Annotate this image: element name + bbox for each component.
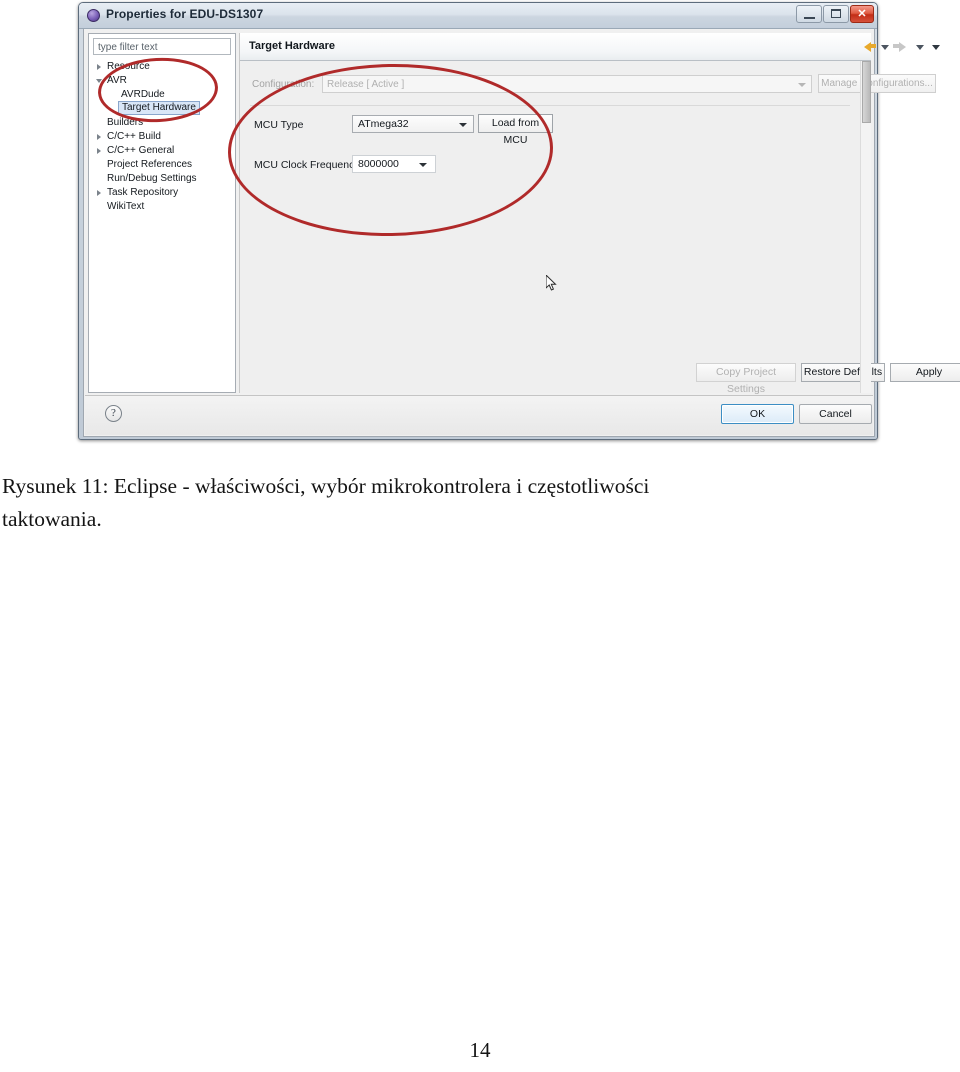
help-icon[interactable]: ? — [105, 405, 122, 422]
dialog-footer: ? OK Cancel — [85, 395, 873, 435]
tree-item-project-references[interactable]: Project References — [89, 158, 235, 172]
tree-item-label: AVRDude — [121, 89, 165, 100]
figure-caption: Rysunek 11: Eclipse - właściwości, wybór… — [2, 470, 958, 536]
tree-item-wikitext[interactable]: WikiText — [89, 200, 235, 214]
back-arrow-tail — [870, 44, 876, 48]
tree-item-resource[interactable]: Resource — [89, 60, 235, 74]
tree-item-label: C/C++ General — [107, 145, 175, 156]
mcu-clock-frequency-value: 8000000 — [358, 158, 399, 170]
tree-item-cpp-general[interactable]: C/C++ General — [89, 144, 235, 158]
settings-tree: Resource AVR AVRDude Target Hardware Bui… — [89, 60, 235, 214]
close-button[interactable]: ✕ — [850, 5, 874, 23]
tree-item-label: WikiText — [107, 201, 145, 212]
tree-item-label: Target Hardware — [118, 101, 200, 115]
manage-configurations-button[interactable]: Manage Configurations... — [818, 74, 936, 93]
chevron-down-icon — [459, 123, 467, 127]
mouse-cursor — [546, 275, 557, 291]
apply-button[interactable]: Apply — [890, 363, 960, 382]
maximize-button[interactable] — [823, 5, 849, 23]
load-from-mcu-button[interactable]: Load from MCU — [478, 114, 553, 146]
chevron-right-icon[interactable] — [97, 148, 101, 154]
dialog-client-area: Resource AVR AVRDude Target Hardware Bui… — [83, 29, 960, 437]
configuration-row: Configuration: Release [ Active ] Manage… — [250, 71, 936, 103]
filter-input[interactable] — [93, 38, 231, 55]
copy-project-settings-button[interactable]: Copy Project Settings — [696, 363, 796, 395]
content-panel: Target Hardware Configuration: Release [… — [239, 33, 960, 395]
content-header: Target Hardware — [240, 33, 940, 61]
tree-item-label: Project References — [107, 159, 193, 170]
tree-item-cpp-build[interactable]: C/C++ Build — [89, 130, 235, 144]
minimize-icon — [804, 17, 815, 19]
tree-item-label: Run/Debug Settings — [107, 173, 197, 184]
caption-line-2: taktowania. — [2, 507, 102, 531]
maximize-icon — [831, 9, 841, 18]
mcu-clock-frequency-label: MCU Clock Frequency — [254, 159, 360, 171]
figure-screenshot: Properties for EDU-DS1307 ✕ Resource — [78, 2, 960, 442]
tree-item-avrdude[interactable]: AVRDude — [89, 88, 235, 102]
configuration-separator — [250, 105, 850, 106]
configuration-combo[interactable]: Release [ Active ] — [322, 75, 812, 93]
mcu-type-label: MCU Type — [254, 119, 304, 131]
chevron-down-icon — [419, 163, 427, 167]
cancel-button[interactable]: Cancel — [799, 404, 872, 424]
chevron-down-icon[interactable] — [96, 79, 102, 83]
tree-item-label: AVR — [107, 75, 127, 86]
chevron-right-icon[interactable] — [97, 64, 101, 70]
page-number: 14 — [469, 1038, 491, 1062]
settings-tree-panel: Resource AVR AVRDude Target Hardware Bui… — [88, 33, 236, 393]
tree-item-task-repository[interactable]: Task Repository — [89, 186, 235, 200]
window-title: Properties for EDU-DS1307 — [106, 7, 264, 21]
mcu-type-combo[interactable]: ATmega32 — [352, 115, 474, 133]
tree-item-target-hardware[interactable]: Target Hardware — [89, 101, 235, 116]
caption-line-1: Rysunek 11: Eclipse - właściwości, wybór… — [2, 474, 650, 498]
chevron-right-icon[interactable] — [97, 190, 101, 196]
mcu-clock-frequency-combo[interactable]: 8000000 — [352, 155, 436, 173]
tree-item-label: Builders — [107, 117, 144, 128]
tree-item-label: Resource — [107, 61, 150, 72]
eclipse-globe-icon — [87, 9, 100, 22]
properties-dialog-window: Properties for EDU-DS1307 ✕ Resource — [78, 2, 960, 440]
minimize-button[interactable] — [796, 5, 822, 23]
forward-chevron-down-icon[interactable] — [916, 45, 924, 50]
tree-item-label: C/C++ Build — [107, 131, 161, 142]
page-title: Target Hardware — [249, 40, 335, 52]
chevron-right-icon[interactable] — [97, 134, 101, 140]
tree-item-run-debug-settings[interactable]: Run/Debug Settings — [89, 172, 235, 186]
window-titlebar[interactable]: Properties for EDU-DS1307 ✕ — [79, 3, 877, 29]
tree-item-label: Task Repository — [107, 187, 179, 198]
configuration-value: Release [ Active ] — [327, 79, 405, 90]
chevron-down-icon — [798, 83, 806, 87]
mcu-type-value: ATmega32 — [358, 118, 409, 130]
restore-defaults-button[interactable]: Restore Defaults — [801, 363, 885, 382]
back-chevron-down-icon[interactable] — [881, 45, 889, 50]
forward-arrow-icon[interactable] — [899, 42, 906, 52]
tree-item-avr[interactable]: AVR — [89, 74, 235, 88]
content-scrollbar[interactable] — [860, 61, 871, 393]
scrollbar-thumb[interactable] — [862, 61, 871, 123]
view-menu-icon[interactable] — [932, 45, 940, 50]
forward-arrow-tail — [893, 44, 899, 48]
ok-button[interactable]: OK — [721, 404, 794, 424]
configuration-label: Configuration: — [252, 79, 315, 90]
tree-item-builders[interactable]: Builders — [89, 116, 235, 130]
